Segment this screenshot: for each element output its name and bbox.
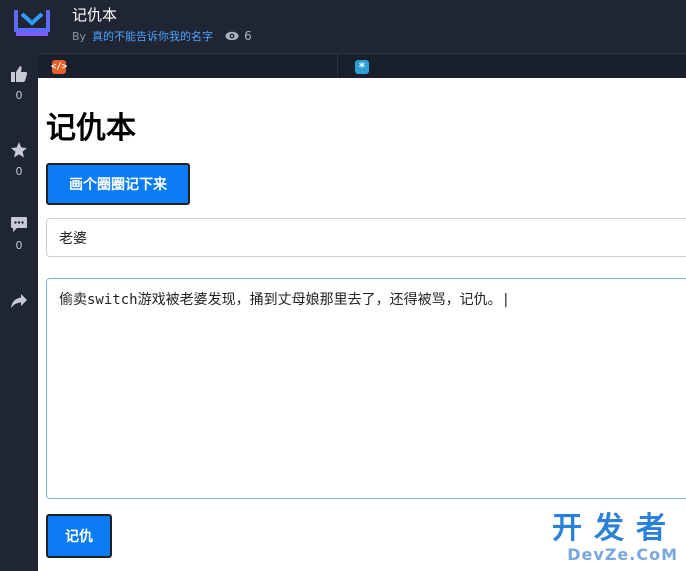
action-sidebar: 0 0 0 — [0, 53, 38, 571]
star-count: 0 — [15, 165, 23, 178]
share-icon — [11, 294, 27, 308]
editor-tab-bar: </> * — [38, 53, 686, 79]
view-count-value: 6 — [244, 29, 252, 43]
star-icon — [11, 142, 27, 158]
app-logo-icon — [12, 6, 52, 40]
preview-pane: 记仇本 画个圈圈记下来 偷卖switch游戏被老婆发现，捅到丈母娘那里去了，还得… — [38, 78, 686, 571]
by-label: By — [72, 29, 87, 43]
name-input[interactable] — [46, 218, 686, 257]
thumbs-up-icon — [11, 66, 28, 82]
comment-count: 0 — [15, 239, 23, 252]
watermark-domain: DevZe.CoM — [567, 545, 678, 564]
byline: By 真的不能告诉你我的名字 6 — [72, 28, 252, 44]
watermark-title: 开发者 — [552, 511, 678, 546]
tab-html[interactable]: </> — [38, 54, 338, 79]
comment-action[interactable]: 0 — [0, 215, 38, 252]
share-action[interactable] — [0, 293, 38, 309]
comment-icon — [11, 217, 27, 232]
like-action[interactable]: 0 — [0, 65, 38, 102]
asterisk-icon: * — [355, 59, 369, 74]
app-title: 记仇本 — [72, 6, 118, 24]
eye-icon — [225, 31, 239, 41]
view-count: 6 — [225, 29, 252, 43]
top-header: 记仇本 By 真的不能告诉你我的名字 6 — [0, 0, 686, 53]
like-count: 0 — [15, 89, 23, 102]
author-link[interactable]: 真的不能告诉你我的名字 — [92, 28, 213, 44]
code-icon: </> — [50, 59, 68, 74]
record-grudge-button[interactable]: 记仇 — [46, 514, 112, 558]
page-heading: 记仇本 — [46, 111, 136, 146]
site-watermark: 开发者 DevZe.CoM — [552, 503, 678, 564]
tab-css[interactable]: * — [339, 54, 686, 79]
star-action[interactable]: 0 — [0, 141, 38, 178]
draw-circle-button[interactable]: 画个圈圈记下来 — [46, 163, 190, 205]
grudge-textarea[interactable]: 偷卖switch游戏被老婆发现，捅到丈母娘那里去了，还得被骂，记仇。| — [46, 278, 686, 499]
